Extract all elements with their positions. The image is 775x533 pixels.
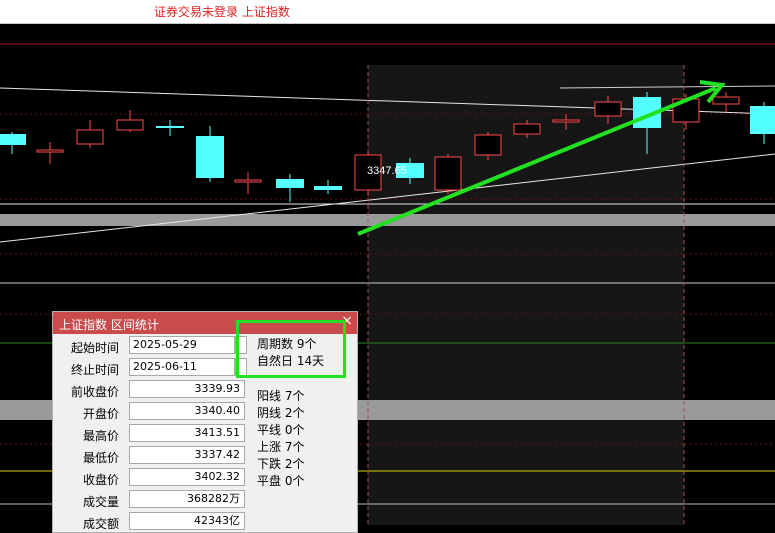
count-stats: 阳线 7个 阴线 2个 平线 0个 上涨 7个 下跌 2个 平盘 0个	[257, 388, 304, 490]
value-field: 368282万	[129, 490, 245, 508]
value-field: 3413.51	[129, 424, 245, 442]
price-label: 3347.65	[367, 165, 407, 177]
unchanged-count: 平盘 0个	[257, 474, 305, 488]
candle-body	[116, 119, 144, 131]
candle-body	[156, 126, 184, 128]
candle-body	[76, 129, 104, 145]
candle-body	[712, 96, 740, 105]
value-field: 3339.93	[129, 380, 245, 398]
top-status-bar: 证券交易未登录 上证指数	[0, 0, 775, 24]
field-label: 成交量	[82, 495, 119, 509]
candle-body	[36, 149, 64, 153]
value-field: 42343亿	[129, 512, 245, 530]
field-label: 收盘价	[82, 473, 119, 487]
dialog-title: 上证指数 区间统计	[59, 318, 159, 332]
candle-body	[276, 179, 304, 188]
field-label: 起始时间	[70, 341, 119, 355]
yin-count: 阴线 2个	[257, 406, 305, 420]
flat-line-count: 平线 0个	[257, 423, 305, 437]
candle-body	[434, 156, 462, 191]
value-field: 3340.40	[129, 402, 245, 420]
field-label: 成交额	[82, 517, 119, 531]
candle-body	[552, 119, 580, 123]
field-label: 最低价	[82, 451, 119, 465]
candle-body	[314, 186, 342, 190]
field-label: 前收盘价	[70, 385, 119, 399]
date-input[interactable]: 2025-05-29	[129, 336, 235, 354]
fall-count: 下跌 2个	[257, 457, 305, 471]
field-label: 开盘价	[82, 407, 119, 421]
candle-body	[513, 123, 541, 135]
candle-body	[196, 136, 224, 178]
field-label: 最高价	[82, 429, 119, 443]
candle-body	[594, 101, 622, 117]
rise-count: 上涨 7个	[257, 440, 305, 454]
value-field: 3402.32	[129, 468, 245, 486]
app-title: 证券交易未登录 上证指数	[154, 5, 290, 19]
date-input[interactable]: 2025-06-11	[129, 358, 235, 376]
candle-body	[234, 179, 262, 183]
value-field: 3337.42	[129, 446, 245, 464]
yang-count: 阳线 7个	[257, 389, 305, 403]
field-label: 终止时间	[70, 363, 119, 377]
candle-body	[0, 134, 26, 145]
candle-body	[750, 106, 775, 134]
candle-body	[474, 134, 502, 156]
green-annotation-box	[236, 320, 346, 378]
